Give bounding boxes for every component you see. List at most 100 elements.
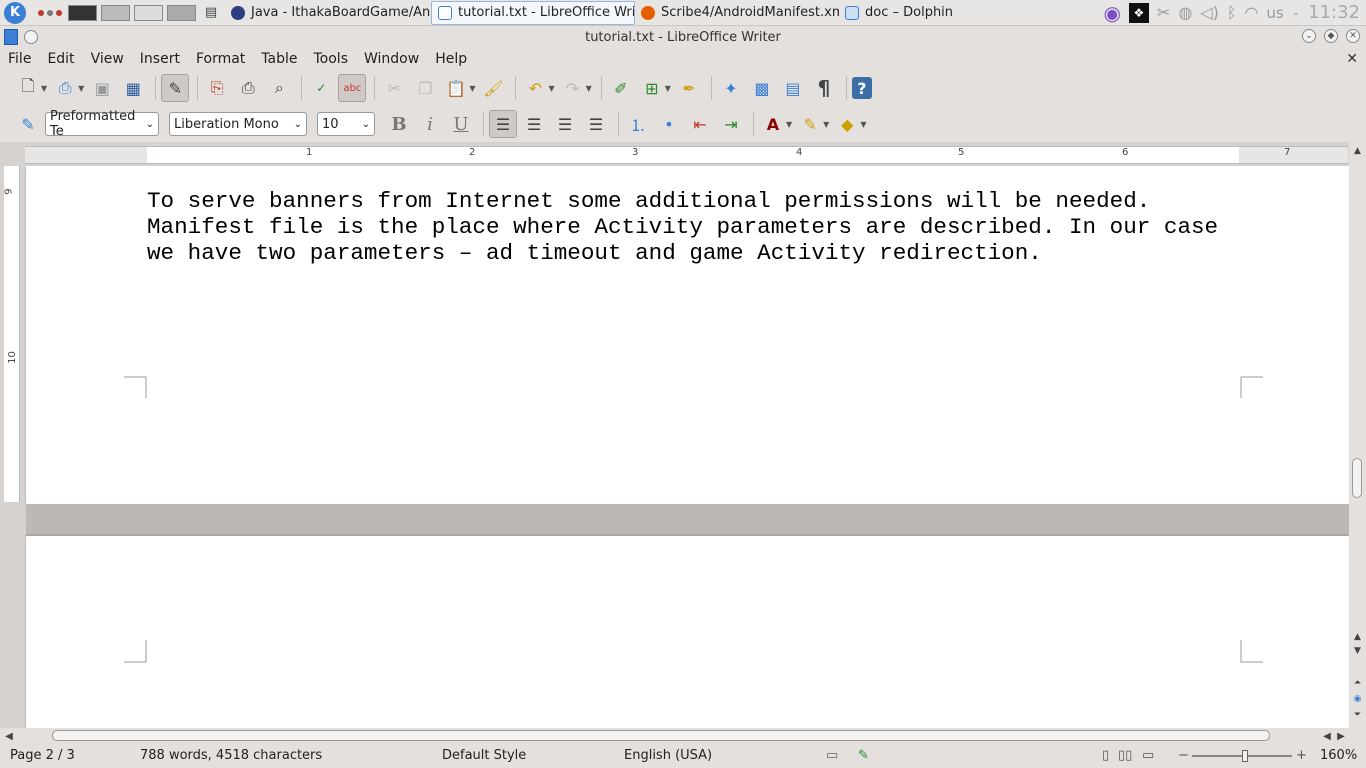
new-document-icon[interactable]: 🗋: [14, 74, 42, 102]
menu-insert[interactable]: Insert: [132, 51, 188, 67]
export-pdf-icon[interactable]: ⎘: [203, 74, 231, 102]
workspace-4[interactable]: [167, 4, 196, 21]
background-dropdown-icon[interactable]: ▼: [860, 120, 866, 129]
zoom-slider-knob[interactable]: [1242, 750, 1248, 762]
save-as-icon[interactable]: ▦: [119, 74, 147, 102]
styles-formatting-icon[interactable]: ✎: [14, 110, 42, 138]
help-icon[interactable]: ?: [851, 77, 872, 99]
font-size-select[interactable]: 10 ⌄: [317, 112, 375, 136]
selection-mode-icon[interactable]: ▭: [826, 748, 838, 763]
word-count[interactable]: 788 words, 4518 characters: [140, 748, 322, 763]
multi-page-view-icon[interactable]: ▯▯: [1118, 748, 1132, 763]
print-preview-icon[interactable]: ⌕: [265, 74, 293, 102]
italic-icon[interactable]: i: [416, 110, 444, 138]
document-area[interactable]: To serve banners from Internet some addi…: [0, 166, 1349, 728]
chevron-down-icon[interactable]: ⌄: [1292, 7, 1300, 18]
scroll-left-icon[interactable]: ◀: [2, 728, 16, 744]
close-icon[interactable]: ✕: [1346, 29, 1360, 43]
redo-dropdown-icon[interactable]: ▼: [586, 84, 592, 93]
insert-table-icon[interactable]: ⊞: [638, 74, 666, 102]
highlighting-icon[interactable]: ✎: [796, 110, 824, 138]
increase-indent-icon[interactable]: ⇥: [717, 110, 745, 138]
paragraph-style-select[interactable]: Preformatted Te ⌄: [45, 109, 159, 139]
dropbox-icon[interactable]: ❖: [1128, 2, 1149, 23]
menu-tools[interactable]: Tools: [306, 51, 357, 67]
print-icon[interactable]: ⎙: [234, 74, 262, 102]
menu-table[interactable]: Table: [253, 51, 305, 67]
font-color-icon[interactable]: A: [759, 110, 787, 138]
maximize-icon[interactable]: ◆: [1324, 29, 1338, 43]
zoom-level[interactable]: 160%: [1320, 748, 1357, 763]
save-icon[interactable]: ▣: [88, 74, 116, 102]
scroll-right-icon[interactable]: ▶: [1334, 728, 1348, 744]
highlighting-dropdown-icon[interactable]: ▼: [823, 120, 829, 129]
workspace-3[interactable]: [134, 4, 163, 21]
navigator-icon[interactable]: ✦: [717, 74, 745, 102]
book-view-icon[interactable]: ▭: [1142, 748, 1154, 763]
align-left-icon[interactable]: ☰: [489, 110, 517, 138]
show-draw-functions-icon[interactable]: ✒: [675, 74, 703, 102]
task-eclipse[interactable]: Java - IthakaBoardGame/Andr: [225, 1, 431, 25]
clone-formatting-icon[interactable]: 🖌: [479, 74, 507, 102]
kde-menu-icon[interactable]: K: [4, 1, 26, 24]
wifi-icon[interactable]: ◠: [1244, 3, 1258, 22]
scroll-thumb[interactable]: [1352, 458, 1362, 498]
scroll-thumb[interactable]: [52, 730, 1270, 741]
menu-help[interactable]: Help: [427, 51, 475, 67]
task-dolphin[interactable]: doc – Dolphin: [839, 1, 969, 25]
undo-icon[interactable]: ↶: [521, 74, 549, 102]
new-dropdown-icon[interactable]: ▼: [41, 84, 47, 93]
copy-icon[interactable]: ❐: [411, 74, 439, 102]
scissors-icon[interactable]: ✂: [1157, 3, 1170, 22]
font-color-dropdown-icon[interactable]: ▼: [786, 120, 792, 129]
bullets-icon[interactable]: •: [655, 110, 683, 138]
document-modified-icon[interactable]: ✎: [858, 748, 869, 763]
background-color-icon[interactable]: ◆: [833, 110, 861, 138]
cut-icon[interactable]: ✂: [380, 74, 408, 102]
autospellcheck-icon[interactable]: abc: [338, 74, 367, 102]
network-globe-icon[interactable]: ◍: [1178, 3, 1192, 22]
gallery-icon[interactable]: ▩: [748, 74, 776, 102]
menu-format[interactable]: Format: [188, 51, 253, 67]
keyboard-layout[interactable]: us: [1266, 4, 1283, 22]
vertical-ruler[interactable]: 9 10: [4, 166, 20, 502]
numbering-icon[interactable]: ⒈: [624, 110, 652, 138]
bold-icon[interactable]: B: [385, 110, 413, 138]
menu-view[interactable]: View: [83, 51, 132, 67]
bluetooth-icon[interactable]: ᛒ: [1227, 3, 1237, 22]
horizontal-scrollbar[interactable]: ◀ ◀ ▶: [0, 728, 1366, 744]
menu-file[interactable]: File: [0, 51, 39, 67]
paste-icon[interactable]: 📋: [442, 74, 470, 102]
task-firefox[interactable]: Scribe4/AndroidManifest.xml: [635, 1, 839, 25]
align-right-icon[interactable]: ☰: [551, 110, 579, 138]
zoom-out-icon[interactable]: −: [1178, 748, 1189, 763]
navigation-icon[interactable]: ◉: [1349, 692, 1366, 706]
viber-icon[interactable]: ◉: [1103, 1, 1120, 25]
task-writer[interactable]: tutorial.txt - LibreOffice Write: [431, 0, 635, 25]
page-style[interactable]: Default Style: [442, 748, 526, 763]
decrease-indent-icon[interactable]: ⇤: [686, 110, 714, 138]
underline-icon[interactable]: U: [447, 110, 475, 138]
clock[interactable]: 11:32: [1308, 2, 1360, 23]
language[interactable]: English (USA): [624, 748, 712, 763]
redo-icon[interactable]: ↷: [559, 74, 587, 102]
document-text[interactable]: To serve banners from Internet some addi…: [147, 188, 1242, 266]
page[interactable]: [26, 536, 1349, 728]
writer-app-icon[interactable]: [4, 29, 18, 45]
menu-edit[interactable]: Edit: [39, 51, 82, 67]
vertical-scrollbar[interactable]: ▲ ▲ ▼ ⏶ ◉ ⏷: [1349, 142, 1366, 728]
page-number[interactable]: Page 2 / 3: [10, 748, 75, 763]
spellcheck-icon[interactable]: ✓: [307, 74, 335, 102]
menu-window[interactable]: Window: [356, 51, 427, 67]
pin-icon[interactable]: [24, 30, 38, 44]
scroll-down-icon[interactable]: ▼: [1349, 644, 1366, 658]
scroll-left-icon[interactable]: ◀: [1320, 728, 1334, 744]
single-page-view-icon[interactable]: ▯: [1102, 748, 1109, 763]
zoom-in-icon[interactable]: +: [1296, 748, 1307, 763]
open-dropdown-icon[interactable]: ▼: [78, 84, 84, 93]
hyperlink-icon[interactable]: ✐: [607, 74, 635, 102]
page[interactable]: To serve banners from Internet some addi…: [26, 166, 1349, 504]
previous-page-icon[interactable]: ⏶: [1349, 676, 1366, 690]
scroll-up-icon[interactable]: ▲: [1349, 630, 1366, 644]
minimize-icon[interactable]: ⌄: [1302, 29, 1316, 43]
